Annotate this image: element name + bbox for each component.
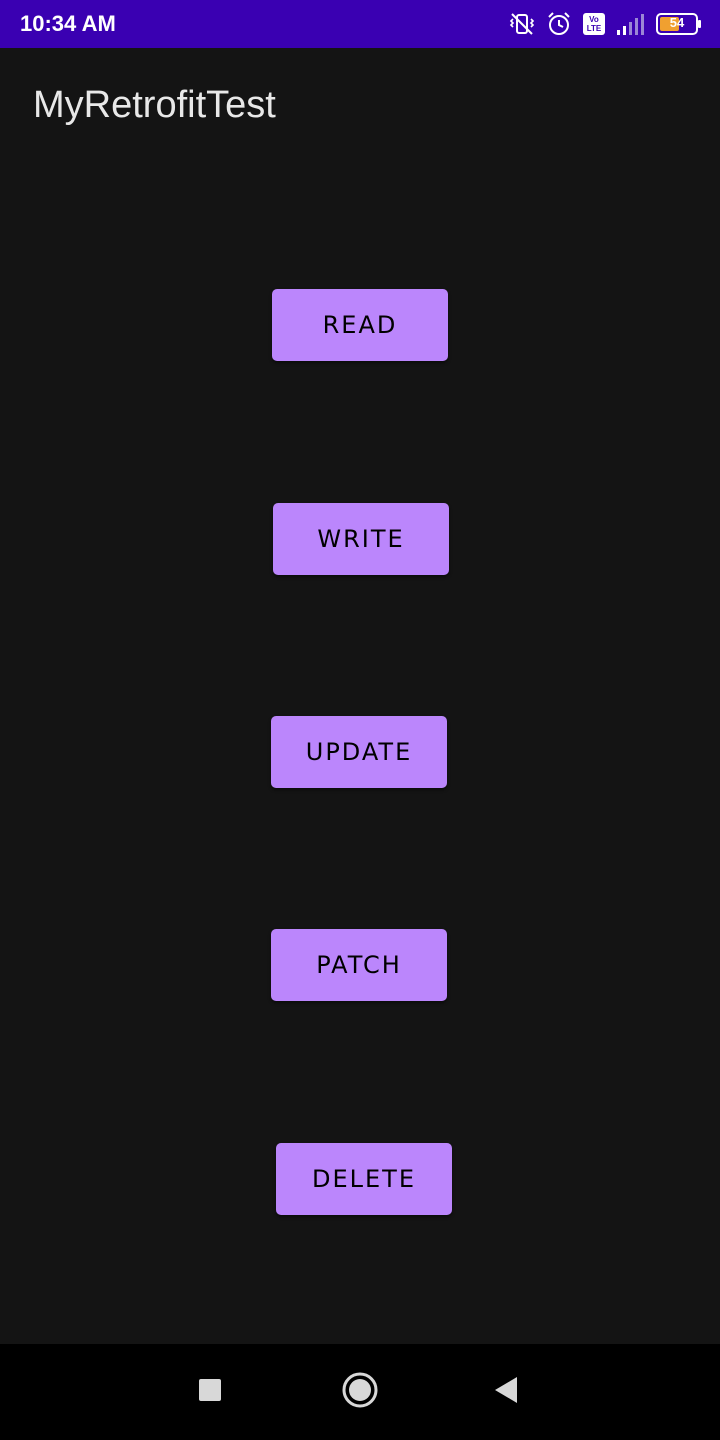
read-button[interactable]: READ bbox=[272, 289, 448, 361]
patch-button[interactable]: PATCH bbox=[271, 929, 447, 1001]
delete-button-label: DELETE bbox=[311, 1165, 416, 1193]
home-button[interactable] bbox=[312, 1344, 408, 1440]
navigation-bar bbox=[0, 1344, 720, 1440]
home-icon bbox=[341, 1371, 379, 1414]
signal-icon bbox=[616, 12, 646, 36]
write-button-label: WRITE bbox=[317, 525, 405, 553]
back-button[interactable] bbox=[458, 1344, 554, 1440]
battery-level: 54 bbox=[669, 15, 685, 30]
patch-button-label: PATCH bbox=[316, 951, 402, 979]
update-button[interactable]: UPDATE bbox=[271, 716, 447, 788]
delete-button[interactable]: DELETE bbox=[276, 1143, 452, 1215]
vibrate-off-icon bbox=[508, 10, 536, 38]
svg-text:Vo: Vo bbox=[589, 15, 599, 24]
svg-text:LTE: LTE bbox=[587, 24, 602, 33]
read-button-label: READ bbox=[322, 311, 398, 339]
battery-icon: 54 bbox=[656, 13, 702, 35]
status-icons: Vo LTE 54 bbox=[508, 10, 702, 38]
volte-icon: Vo LTE bbox=[582, 12, 606, 36]
update-button-label: UPDATE bbox=[305, 738, 413, 766]
write-button[interactable]: WRITE bbox=[273, 503, 449, 575]
status-time: 10:34 AM bbox=[20, 11, 116, 36]
alarm-icon bbox=[546, 11, 572, 37]
status-bar: 10:34 AM Vo LTE 54 bbox=[0, 0, 720, 48]
recents-button[interactable] bbox=[162, 1344, 258, 1440]
back-icon bbox=[493, 1376, 519, 1409]
page-title: MyRetrofitTest bbox=[33, 84, 276, 126]
recents-icon bbox=[198, 1378, 222, 1407]
